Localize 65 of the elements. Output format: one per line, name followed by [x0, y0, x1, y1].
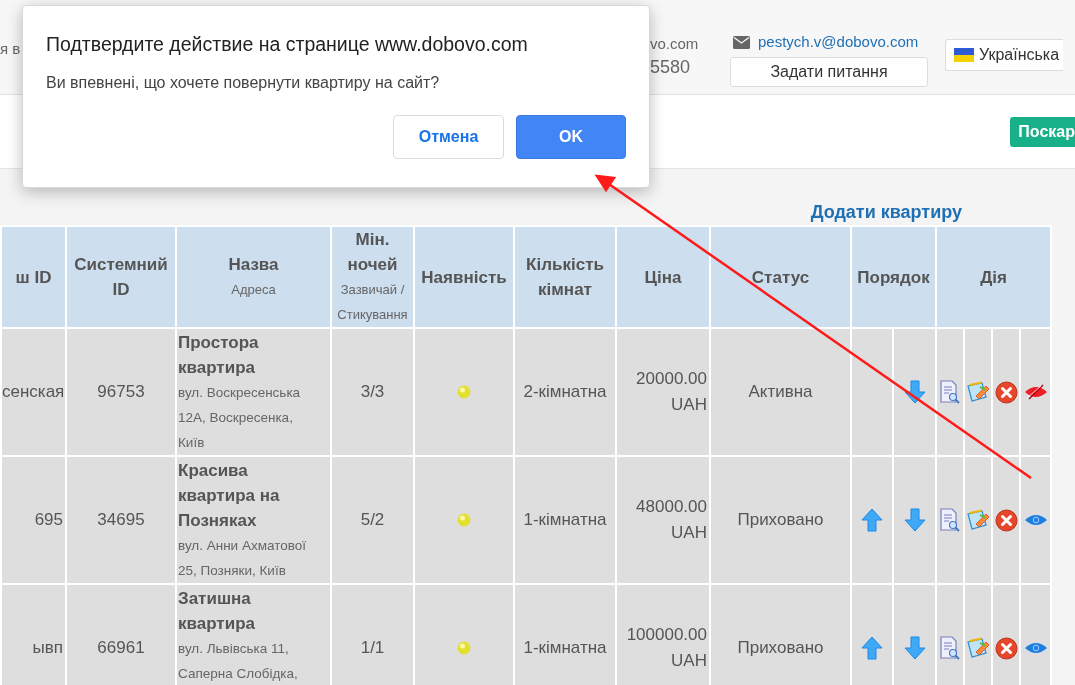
dialog-title: Подтвердите действие на странице www.dobovo.com — [46, 32, 529, 57]
delete-icon[interactable] — [994, 636, 1018, 660]
apartment-name: Простора квартира — [178, 332, 260, 379]
table-cell: 96753 — [66, 328, 176, 456]
table-cell: 695 — [1, 456, 66, 584]
table-cell: Приховано — [710, 456, 851, 584]
document-search-icon[interactable] — [939, 636, 961, 660]
apartment-name: Красива квартира на Позняках — [178, 460, 281, 532]
down-arrow-icon[interactable] — [903, 636, 926, 660]
apartment-address: вул. Анни Ахматової 25, Позняки, Київ — [178, 537, 307, 580]
column-header: Статус — [710, 226, 851, 328]
edit-notepad-icon[interactable] — [966, 637, 990, 659]
table-cell: 48000.00 UAH — [616, 456, 710, 584]
cancel-button[interactable]: Отмена — [393, 115, 504, 159]
delete-icon[interactable] — [994, 508, 1018, 532]
table-cell: 1-кімнатна — [514, 584, 616, 685]
document-search-icon[interactable] — [939, 380, 961, 404]
header-text: я в — [0, 40, 21, 57]
table-cell: 5/2 — [331, 456, 414, 584]
action-button[interactable]: Поскар — [1010, 117, 1075, 147]
column-header: Дія — [936, 226, 1051, 328]
hide-eye-icon[interactable] — [1023, 384, 1048, 400]
down-arrow-icon[interactable] — [903, 380, 926, 404]
column-header: Порядок — [851, 226, 936, 328]
add-apartment-link[interactable]: Додати квартиру — [810, 200, 962, 224]
table-cell: 3/3 — [331, 328, 414, 456]
language-select[interactable]: Українська — [945, 39, 1064, 71]
table-cell: 20000.00 UAH — [616, 328, 710, 456]
column-header: Назва Адреса — [176, 226, 331, 328]
table-cell: 100000.00 UAH — [616, 584, 710, 685]
dialog-message: Ви впевнені, що хочете повернути квартиру на сайт? — [46, 73, 441, 93]
column-header: Мін. ночей Зазвичай / Стикування — [331, 226, 414, 328]
column-header: Кількість кімнат — [514, 226, 616, 328]
up-arrow-icon[interactable] — [861, 636, 883, 660]
email-link[interactable]: pestych.v@dobovo.com — [758, 31, 919, 54]
eye-icon[interactable] — [1023, 641, 1048, 655]
column-header: Наявність — [414, 226, 514, 328]
contact-site: vo.com — [650, 34, 700, 54]
table-cell: Приховано — [710, 584, 851, 685]
column-header: Системний ID — [66, 226, 176, 328]
ask-question-button[interactable]: Задати питання — [730, 56, 928, 87]
table-cell: 1/1 — [331, 584, 414, 685]
column-header: ш ID — [1, 226, 66, 328]
table-cell: 66961 — [66, 584, 176, 685]
ok-button[interactable]: OK — [516, 115, 626, 159]
table-cell: 34695 — [66, 456, 176, 584]
envelope-icon — [733, 35, 750, 49]
table-cell: 1-кімнатна — [514, 456, 616, 584]
edit-notepad-icon[interactable] — [966, 381, 990, 403]
contact-phone: 5580 — [650, 56, 692, 79]
table-cell: 2-кімнатна — [514, 328, 616, 456]
eye-icon[interactable] — [1023, 513, 1048, 527]
delete-icon[interactable] — [994, 380, 1018, 404]
document-search-icon[interactable] — [939, 508, 961, 532]
table-cell: сенская — [1, 328, 66, 456]
apartment-address: вул. Львівська 11, Саперна Слобідка, — [178, 640, 299, 683]
table-cell: ывп — [1, 584, 66, 685]
edit-notepad-icon[interactable] — [966, 509, 990, 531]
column-header: Ціна — [616, 226, 710, 328]
apartment-name: Затишна квартира — [178, 588, 256, 635]
flag-icon — [954, 48, 974, 62]
apartment-address: вул. Воскресенська 12А, Воскресенка, Київ — [178, 384, 302, 452]
up-arrow-icon[interactable] — [861, 508, 883, 532]
down-arrow-icon[interactable] — [903, 508, 926, 532]
table-cell: Активна — [710, 328, 851, 456]
